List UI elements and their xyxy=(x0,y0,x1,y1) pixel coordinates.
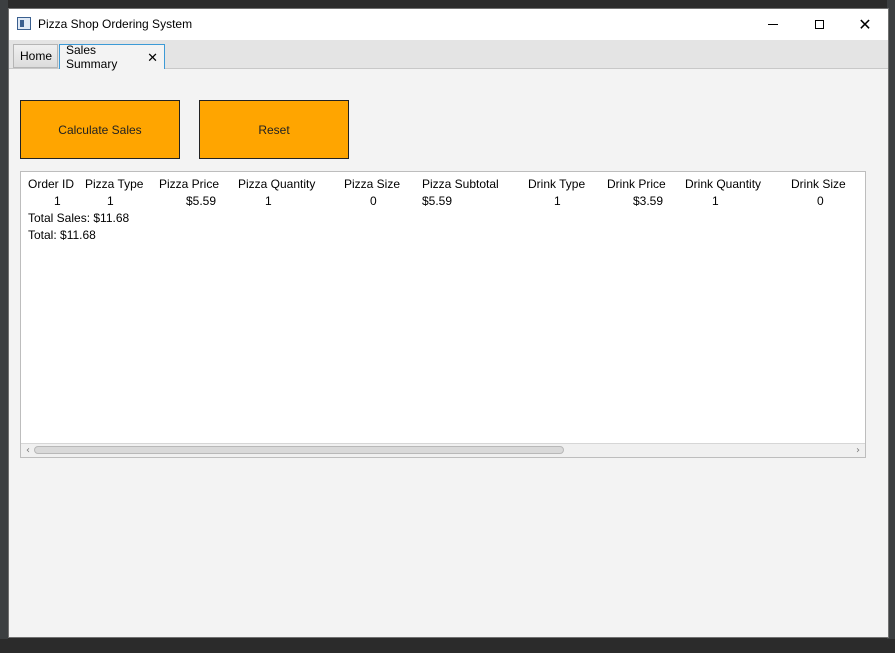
cell-pizza-subtotal: $5.59 xyxy=(422,194,453,208)
tab-sales-summary[interactable]: Sales Summary ✕ xyxy=(59,43,165,71)
cell-drink-type: 1 xyxy=(554,194,561,208)
cell-pizza-quantity: 1 xyxy=(265,194,272,208)
cell-order-id: 1 xyxy=(54,194,61,208)
cell-pizza-type: 1 xyxy=(107,194,114,208)
column-drink-size: Drink Size xyxy=(791,177,846,191)
cell-drink-size: 0 xyxy=(817,194,824,208)
column-pizza-size: Pizza Size xyxy=(344,177,401,191)
column-pizza-type: Pizza Type xyxy=(85,177,144,191)
column-pizza-price: Pizza Price xyxy=(159,177,220,191)
app-window: Pizza Shop Ordering System ✕ Home Sales … xyxy=(8,8,889,638)
background-bottom xyxy=(0,639,895,653)
tab-sales-summary-label: Sales Summary xyxy=(66,43,118,71)
cell-drink-price: $3.59 xyxy=(633,194,664,208)
tab-bar: Home Sales Summary ✕ xyxy=(9,40,888,71)
title-bar: Pizza Shop Ordering System ✕ xyxy=(9,9,888,40)
calculate-sales-button[interactable]: Calculate Sales xyxy=(20,100,180,159)
background-editor-left xyxy=(0,0,8,653)
column-order-id: Order ID xyxy=(28,177,75,191)
scroll-left-arrow-icon[interactable]: ‹ xyxy=(22,444,34,457)
maximize-icon xyxy=(814,20,824,29)
close-icon: ✕ xyxy=(858,14,872,34)
window-title: Pizza Shop Ordering System xyxy=(38,17,193,31)
app-window-icon xyxy=(17,17,31,30)
total-text: Total: $11.68 xyxy=(28,228,96,242)
column-drink-quantity: Drink Quantity xyxy=(685,177,762,191)
column-drink-price: Drink Price xyxy=(607,177,666,191)
horizontal-scrollbar[interactable]: ‹ › xyxy=(21,443,865,457)
scroll-right-arrow-icon[interactable]: › xyxy=(852,444,864,457)
column-pizza-quantity: Pizza Quantity xyxy=(238,177,316,191)
scrollbar-thumb[interactable] xyxy=(34,446,564,454)
reset-button[interactable]: Reset xyxy=(199,100,349,159)
tab-close-icon[interactable]: ✕ xyxy=(147,51,158,64)
sales-summary-text-area[interactable]: Order ID Pizza Type Pizza Price Pizza Qu… xyxy=(20,171,866,458)
minimize-icon xyxy=(768,24,778,25)
column-drink-type: Drink Type xyxy=(528,177,586,191)
cell-pizza-size: 0 xyxy=(370,194,377,208)
total-sales-text: Total Sales: $11.68 xyxy=(28,211,130,225)
cell-drink-quantity: 1 xyxy=(712,194,719,208)
column-pizza-subtotal: Pizza Subtotal xyxy=(422,177,499,191)
minimize-button[interactable] xyxy=(750,9,796,40)
close-window-button[interactable]: ✕ xyxy=(842,9,888,40)
tab-home-label: Home xyxy=(20,49,53,63)
cell-pizza-price: $5.59 xyxy=(186,194,217,208)
tab-home[interactable]: Home xyxy=(13,44,58,68)
maximize-button[interactable] xyxy=(796,9,842,40)
